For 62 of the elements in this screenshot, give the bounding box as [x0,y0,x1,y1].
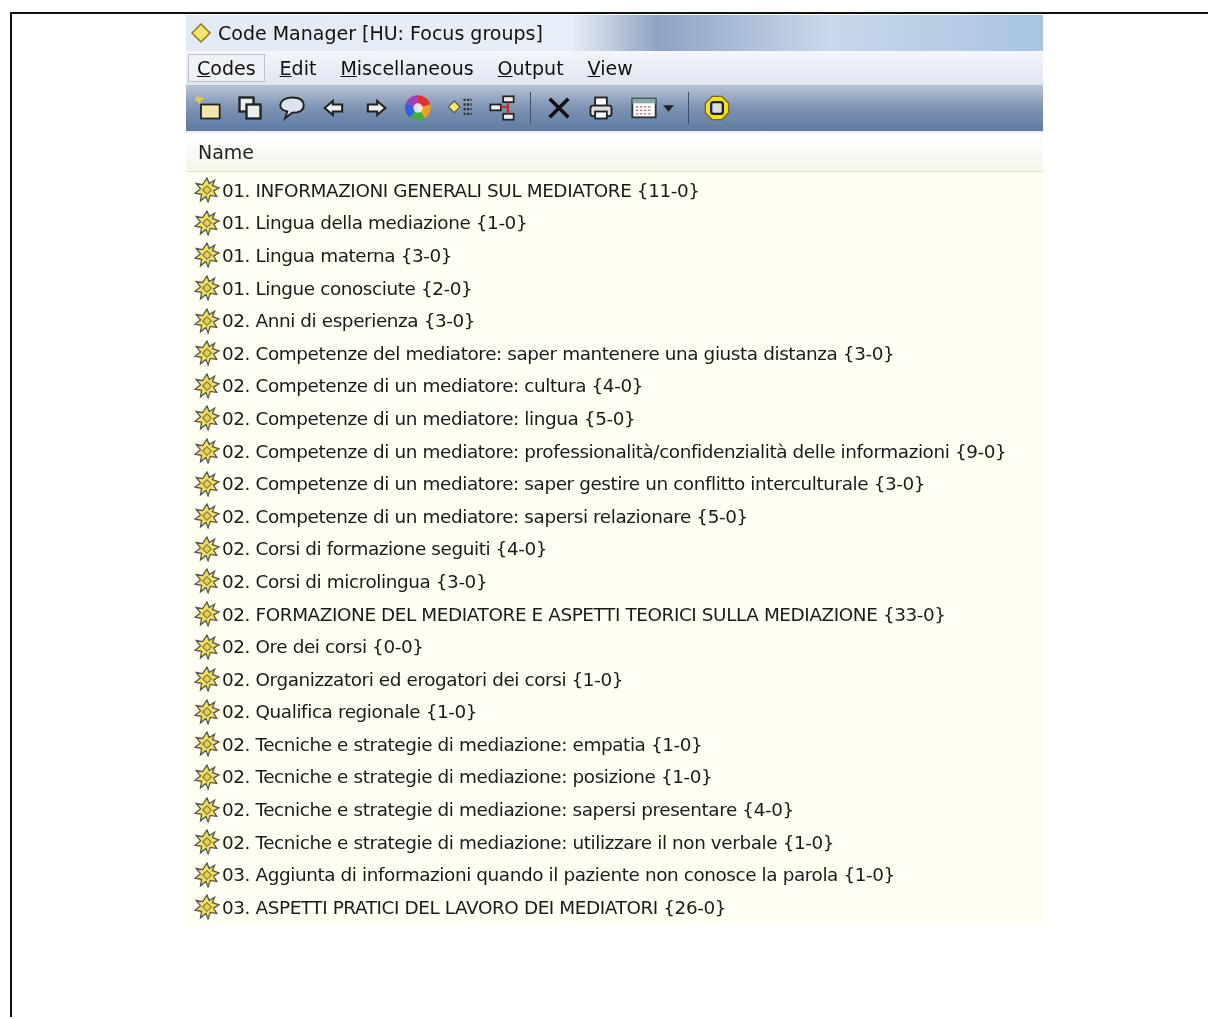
code-label[interactable]: 02. Organizzatori ed erogatori dei corsi {1-0} [222,668,623,690]
diamond-icon [190,22,212,44]
code-icon [194,372,220,399]
code-label[interactable]: 01. Lingue conosciute {2-0} [222,277,473,299]
code-icon [194,242,220,269]
code-icon [194,698,220,725]
code-icon [194,307,220,334]
code-icon [194,894,220,921]
code-icon [194,796,220,823]
new-code-icon[interactable] [194,94,222,122]
code-label[interactable]: 02. Competenze di un mediatore: sapersi relazionare {5-0} [222,505,748,527]
color-wheel-icon[interactable] [404,94,432,122]
code-label[interactable]: 02. Tecniche e strategie di mediazione: empatia {1-0} [222,733,703,755]
code-icon [194,666,220,693]
code-label[interactable]: 02. Competenze di un mediatore: professionalità/confidenzialità delle informazioni {9-0} [222,440,1007,462]
code-label[interactable]: 03. ASPETTI PRATICI DEL LAVORO DEI MEDIATORI {26-0} [222,896,727,918]
code-icon [194,438,220,465]
code-label[interactable]: 02. Tecniche e strategie di mediazione: posizione {1-0} [222,766,713,788]
menu-item[interactable]: Miscellaneous [331,54,483,82]
code-label[interactable]: 03. Aggiunta di informazioni quando il paziente non conosce la parola {1-0} [222,864,895,886]
code-label[interactable]: 02. Competenze di un mediatore: cultura {4-0} [222,375,643,397]
menu-item[interactable]: View [578,54,642,82]
code-label[interactable]: 02. Anni di esperienza {3-0} [222,310,476,332]
menu-item[interactable]: Edit [270,54,326,82]
column-header[interactable]: Name [186,131,1043,172]
code-icon [194,275,220,302]
code-label[interactable]: 02. Tecniche e strategie di mediazione: utilizzare il non verbale {1-0} [222,831,835,853]
code-icon [194,601,220,627]
code-label[interactable]: 01. Lingua materna {3-0} [222,245,453,266]
code-label[interactable]: 01. Lingua della mediazione {1-0} [222,212,528,234]
code-icon [194,861,220,888]
code-label[interactable]: 02. Ore dei corsi {0-0} [222,636,424,658]
window-title: Code Manager [HU: Focus groups] [218,22,543,44]
code-label[interactable]: 01. INFORMAZIONI GENERALI SUL MEDIATORE {11-0} [222,179,700,201]
code-label[interactable]: 02. Competenze di un mediatore: saper gestire un conflitto interculturale {3-0} [222,473,926,495]
code-label[interactable]: 02. Corsi di microlingua {3-0} [222,570,488,592]
menu-item[interactable]: Output [488,54,573,82]
code-label[interactable]: 02. Competenze del mediatore: saper mantenere una giusta distanza {3-0} [222,342,895,364]
code-label[interactable]: 02. Corsi di formazione seguiti {4-0} [222,538,548,560]
code-icon [194,633,220,660]
code-label[interactable]: 02. FORMAZIONE DEL MEDIATORE E ASPETTI TEORICI SULLA MEDIAZIONE {33-0} [222,603,946,625]
code-icon [194,731,220,758]
octagon-icon[interactable] [703,94,731,122]
caret-icon[interactable] [663,104,674,112]
code-icon [194,340,220,367]
code-icon [194,209,220,236]
menu-item[interactable]: Codes [188,54,265,82]
tree-icon[interactable] [488,94,516,122]
print-icon[interactable] [587,94,615,122]
code-icon [194,568,220,595]
copy-icon[interactable] [236,94,264,122]
code-icon [194,829,220,856]
code-icon [194,764,220,790]
code-icon [194,177,220,204]
code-icon [194,405,220,432]
code-label[interactable]: 02. Tecniche e strategie di mediazione: sapersi presentare {4-0} [222,799,794,821]
code-icon [194,535,220,562]
code-label[interactable]: 02. Competenze di un mediatore: lingua {5-0} [222,407,636,429]
code-icon [194,470,220,497]
speech-bubble-icon[interactable] [278,94,306,122]
code-icon [194,503,220,530]
code-label[interactable]: 02. Qualifica regionale {1-0} [222,701,478,723]
